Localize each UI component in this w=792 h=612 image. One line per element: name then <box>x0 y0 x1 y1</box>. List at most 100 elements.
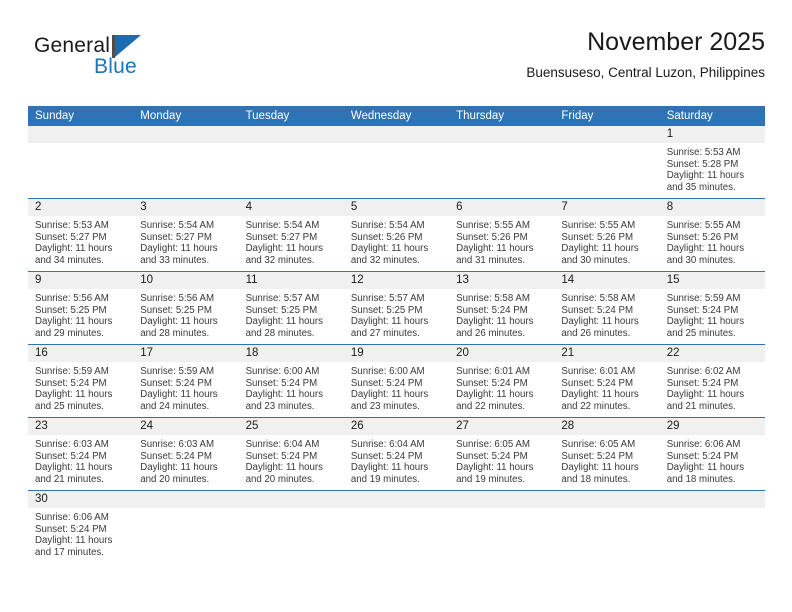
daylight-duration-line1: Daylight: 11 hours <box>35 316 113 328</box>
day-cell[interactable]: 28 Sunrise: 6:05 AM Sunset: 5:24 PM Dayligh… <box>554 418 660 490</box>
day-cell[interactable]: 27 Sunrise: 6:05 AM Sunset: 5:24 PM Dayligh… <box>449 418 555 490</box>
daylight-duration-line2: and 22 minutes. <box>456 400 526 412</box>
day-cell[interactable]: 6 Sunrise: 5:55 AM Sunset: 5:26 PM Daylight… <box>449 199 555 271</box>
day-cell-empty <box>449 491 555 563</box>
daylight-duration-line1: Daylight: 11 hours <box>245 389 323 401</box>
daylight-duration-line1: Daylight: 11 hours <box>666 389 745 401</box>
daylight-duration-line1: Daylight: 11 hours <box>666 316 745 328</box>
day-number-band: 14 <box>554 272 660 290</box>
day-cell[interactable]: 4 Sunrise: 5:54 AM Sunset: 5:27 PM Daylight… <box>238 199 344 271</box>
day-cell[interactable]: 3 Sunrise: 5:54 AM Sunset: 5:27 PM Daylight… <box>133 199 239 271</box>
day-cell[interactable]: 23 Sunrise: 6:03 AM Sunset: 5:24 PM Dayligh… <box>28 418 134 490</box>
logo-text-blue: Blue <box>94 55 137 78</box>
day-cell[interactable]: 22 Sunrise: 6:02 AM Sunset: 5:24 PM Dayligh… <box>659 345 765 417</box>
sunrise-time: Sunrise: 5:59 AM <box>140 366 215 377</box>
day-number-band: 11 <box>238 272 344 290</box>
day-cell[interactable]: 21 Sunrise: 6:01 AM Sunset: 5:24 PM Dayligh… <box>554 345 660 417</box>
sunrise-time: Sunrise: 6:03 AM <box>35 439 109 450</box>
daylight-duration-line1: Daylight: 11 hours <box>666 243 745 255</box>
day-number-band: 17 <box>133 345 239 363</box>
day-cell[interactable]: 7 Sunrise: 5:55 AM Sunset: 5:26 PM Daylight… <box>554 199 660 271</box>
day-sun-info: Sunrise: 5:59 AM Sunset: 5:24 PM Daylight:… <box>28 363 133 412</box>
sunset-time: Sunset: 5:24 PM <box>456 377 528 389</box>
sunrise-time: Sunrise: 5:58 AM <box>561 293 636 304</box>
sunrise-time: Sunrise: 6:00 AM <box>245 366 320 377</box>
day-sun-info <box>449 144 554 147</box>
day-cell[interactable]: 15 Sunrise: 5:59 AM Sunset: 5:24 PM Dayligh… <box>659 272 765 344</box>
weekday-header-monday: Monday <box>140 110 182 122</box>
daylight-duration-line2: and 24 minutes. <box>140 400 210 412</box>
sunrise-time: Sunrise: 6:06 AM <box>35 512 109 523</box>
day-cell[interactable]: 13 Sunrise: 5:58 AM Sunset: 5:24 PM Dayligh… <box>449 272 555 344</box>
day-sun-info: Sunrise: 5:58 AM Sunset: 5:24 PM Daylight:… <box>449 290 554 339</box>
day-cell[interactable]: 26 Sunrise: 6:04 AM Sunset: 5:24 PM Dayligh… <box>343 418 450 490</box>
daylight-duration-line1: Daylight: 11 hours <box>245 316 323 328</box>
day-cell[interactable]: 16 Sunrise: 5:59 AM Sunset: 5:24 PM Dayligh… <box>28 345 134 417</box>
day-sun-info <box>660 509 765 512</box>
day-sun-info <box>28 144 133 147</box>
day-cell[interactable]: 25 Sunrise: 6:04 AM Sunset: 5:24 PM Dayligh… <box>238 418 344 490</box>
sunrise-time: Sunrise: 6:01 AM <box>561 366 636 377</box>
day-sun-info: Sunrise: 5:57 AM Sunset: 5:25 PM Daylight:… <box>239 290 344 339</box>
logo-flag-icon <box>115 35 141 57</box>
day-sun-info: Sunrise: 6:01 AM Sunset: 5:24 PM Daylight:… <box>554 363 659 412</box>
title-block: November 2025 Buensuseso, Central Luzon,… <box>526 26 765 82</box>
daylight-duration-line2: and 28 minutes. <box>140 327 210 339</box>
sunset-time: Sunset: 5:26 PM <box>456 231 528 243</box>
day-number-band <box>554 126 660 144</box>
day-number-band: 3 <box>133 199 239 217</box>
day-cell[interactable]: 8 Sunrise: 5:55 AM Sunset: 5:26 PM Daylight… <box>659 199 765 271</box>
day-cell-empty <box>238 491 344 563</box>
day-number-band: 5 <box>343 199 450 217</box>
sunrise-time: Sunrise: 5:57 AM <box>245 293 320 304</box>
day-cell[interactable]: 11 Sunrise: 5:57 AM Sunset: 5:25 PM Dayligh… <box>238 272 344 344</box>
sunset-time: Sunset: 5:26 PM <box>561 231 634 243</box>
day-sun-info <box>239 144 344 147</box>
day-cell[interactable]: 18 Sunrise: 6:00 AM Sunset: 5:24 PM Dayligh… <box>238 345 344 417</box>
day-cell[interactable]: 10 Sunrise: 5:56 AM Sunset: 5:25 PM Dayligh… <box>133 272 239 344</box>
day-number-band: 6 <box>449 199 555 217</box>
day-number-band: 2 <box>28 199 134 217</box>
day-cell[interactable]: 5 Sunrise: 5:54 AM Sunset: 5:26 PM Daylight… <box>343 199 450 271</box>
day-cell[interactable]: 30 Sunrise: 6:06 AM Sunset: 5:24 PM Dayligh… <box>28 491 134 563</box>
day-number: 28 <box>561 420 575 432</box>
day-cell[interactable]: 19 Sunrise: 6:00 AM Sunset: 5:24 PM Dayligh… <box>343 345 450 417</box>
day-cell[interactable]: 20 Sunrise: 6:01 AM Sunset: 5:24 PM Dayligh… <box>449 345 555 417</box>
daylight-duration-line2: and 20 minutes. <box>245 473 315 485</box>
day-cell[interactable]: 14 Sunrise: 5:58 AM Sunset: 5:24 PM Dayligh… <box>554 272 660 344</box>
day-number-band: 13 <box>449 272 555 290</box>
day-sun-info: Sunrise: 5:54 AM Sunset: 5:27 PM Daylight:… <box>133 217 238 266</box>
day-cell[interactable]: 17 Sunrise: 5:59 AM Sunset: 5:24 PM Dayligh… <box>133 345 239 417</box>
day-cell[interactable]: 1 Sunrise: 5:53 AM Sunset: 5:28 PM Daylight… <box>659 126 765 198</box>
day-sun-info: Sunrise: 6:06 AM Sunset: 5:24 PM Daylight:… <box>660 436 765 485</box>
daylight-duration-line1: Daylight: 11 hours <box>561 316 639 328</box>
day-number: 18 <box>245 347 259 359</box>
daylight-duration-line2: and 26 minutes. <box>456 327 526 339</box>
day-sun-info <box>344 509 449 512</box>
day-cell[interactable]: 2 Sunrise: 5:53 AM Sunset: 5:27 PM Daylight… <box>28 199 134 271</box>
day-cell[interactable]: 24 Sunrise: 6:03 AM Sunset: 5:24 PM Dayligh… <box>133 418 239 490</box>
daylight-duration-line1: Daylight: 11 hours <box>350 462 429 474</box>
day-number-band: 16 <box>28 345 134 363</box>
day-sun-info: Sunrise: 5:54 AM Sunset: 5:27 PM Daylight:… <box>239 217 344 266</box>
weekday-header-saturday: Saturday <box>666 110 713 122</box>
day-cell[interactable]: 29 Sunrise: 6:06 AM Sunset: 5:24 PM Dayligh… <box>659 418 765 490</box>
day-number: 2 <box>35 201 42 213</box>
daylight-duration-line2: and 22 minutes. <box>561 400 631 412</box>
day-number-band: 7 <box>554 199 660 217</box>
day-number: 11 <box>245 274 258 286</box>
day-number-band <box>554 491 660 509</box>
day-cell[interactable]: 9 Sunrise: 5:56 AM Sunset: 5:25 PM Daylight… <box>28 272 134 344</box>
day-number-band: 22 <box>659 345 765 363</box>
sunset-time: Sunset: 5:24 PM <box>35 377 107 389</box>
sunset-time: Sunset: 5:24 PM <box>140 450 212 462</box>
sunset-time: Sunset: 5:27 PM <box>245 231 318 243</box>
day-number: 26 <box>350 420 364 432</box>
day-cell[interactable]: 12 Sunrise: 5:57 AM Sunset: 5:25 PM Dayligh… <box>343 272 450 344</box>
day-number-band: 18 <box>238 345 344 363</box>
general-blue-logo[interactable]: General Blue <box>34 34 204 88</box>
day-number: 7 <box>561 201 568 213</box>
day-number-band: 29 <box>659 418 765 436</box>
day-number-band: 15 <box>659 272 765 290</box>
day-number: 29 <box>666 420 680 432</box>
